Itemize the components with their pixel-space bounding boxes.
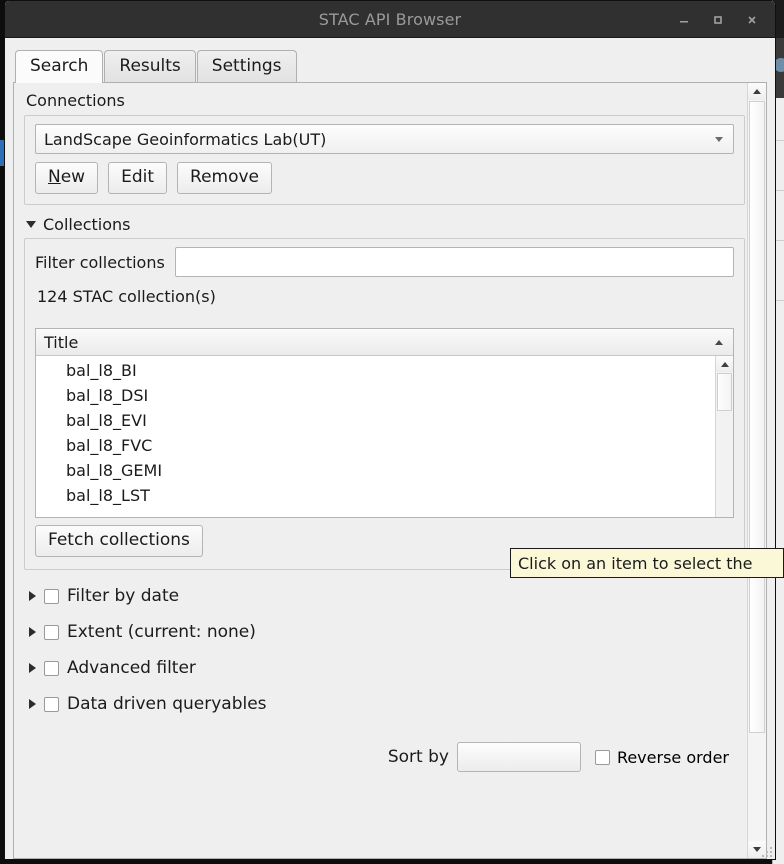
minimize-icon[interactable]: [667, 5, 701, 35]
option-filter-by-date[interactable]: Filter by date: [29, 580, 745, 612]
collections-list-scrollbar[interactable]: [715, 356, 733, 517]
collections-column-header-title[interactable]: Title: [36, 329, 733, 356]
option-advanced-filter[interactable]: Advanced filter: [29, 652, 745, 684]
scroll-up-icon[interactable]: [716, 356, 733, 372]
reverse-order-checkbox[interactable]: [594, 749, 610, 765]
connections-group-label: Connections: [26, 91, 125, 110]
sort-ascending-icon: [715, 340, 723, 345]
new-button-rest: ew: [60, 167, 86, 187]
data-driven-queryables-checkbox[interactable]: [44, 696, 59, 712]
search-panel-scrollbar[interactable]: [747, 83, 766, 858]
close-icon[interactable]: [735, 5, 769, 35]
triangle-right-icon[interactable]: [29, 663, 36, 673]
triangle-right-icon[interactable]: [29, 627, 36, 637]
collections-count-text: 124 STAC collection(s): [37, 287, 216, 306]
window-resize-grip[interactable]: [759, 844, 772, 857]
edit-connection-button[interactable]: Edit: [108, 162, 168, 194]
collections-list-items: bal_l8_BI bal_l8_DSI bal_l8_EVI bal_l8_F…: [36, 356, 715, 517]
window-body: Search Results Settings Connections Land…: [5, 38, 775, 859]
extent-checkbox[interactable]: [44, 624, 59, 640]
list-item[interactable]: bal_l8_EVI: [36, 408, 715, 433]
reverse-order-option[interactable]: Reverse order: [594, 747, 729, 767]
reverse-order-label: Reverse order: [616, 747, 729, 767]
filter-by-date-label: Filter by date: [67, 586, 180, 606]
collections-list-tooltip: Click on an item to select the: [510, 548, 784, 578]
list-item[interactable]: bal_l8_GEMI: [36, 458, 715, 483]
filter-by-date-checkbox[interactable]: [44, 588, 59, 604]
tab-results-label: Results: [119, 56, 181, 76]
column-header-title-label: Title: [44, 332, 79, 352]
triangle-down-icon: [26, 221, 36, 228]
search-tab-panel: Connections LandScape Geoinformatics Lab…: [13, 82, 767, 859]
window-controls: [667, 1, 769, 38]
sort-row: Sort by Reverse order: [24, 742, 729, 772]
sort-by-label: Sort by: [387, 747, 449, 767]
triangle-right-icon[interactable]: [29, 591, 36, 601]
connections-groupbox: LandScape Geoinformatics Lab(UT) New Edi…: [24, 115, 745, 205]
collections-groupbox: Filter collections 124 STAC collection(s…: [24, 238, 745, 570]
tab-settings[interactable]: Settings: [196, 50, 297, 82]
chevron-down-icon: [715, 136, 723, 142]
tab-results[interactable]: Results: [104, 50, 196, 82]
data-driven-queryables-label: Data driven queryables: [67, 694, 267, 714]
fetch-collections-button[interactable]: Fetch collections: [35, 525, 203, 557]
scroll-up-icon[interactable]: [748, 83, 766, 100]
scrollbar-thumb[interactable]: [717, 373, 732, 411]
triangle-right-icon[interactable]: [29, 699, 36, 709]
maximize-icon[interactable]: [701, 5, 735, 35]
search-form-scroll-area: Connections LandScape Geoinformatics Lab…: [14, 83, 747, 858]
collections-listview[interactable]: Title bal_l8_BI bal_l8_DSI bal_l8_EVI ba…: [35, 328, 734, 518]
window-title: STAC API Browser: [318, 9, 462, 29]
new-connection-button[interactable]: New: [35, 162, 99, 194]
connection-select-value: LandScape Geoinformatics Lab(UT): [44, 129, 327, 149]
filter-collections-input[interactable]: [174, 247, 734, 277]
tab-search-label: Search: [30, 56, 89, 76]
option-data-driven-queryables[interactable]: Data driven queryables: [29, 688, 745, 720]
tab-bar: Search Results Settings: [15, 48, 767, 83]
collections-section-toggle[interactable]: Collections: [26, 215, 745, 234]
list-item[interactable]: bal_l8_BI: [36, 358, 715, 383]
new-button-accel: N: [48, 167, 61, 187]
tab-search[interactable]: Search: [15, 50, 104, 83]
scrollbar-thumb[interactable]: [749, 101, 765, 733]
remove-connection-button[interactable]: Remove: [177, 162, 273, 194]
list-item[interactable]: bal_l8_LST: [36, 483, 715, 508]
filter-collections-label: Filter collections: [35, 252, 165, 272]
list-item[interactable]: bal_l8_FVC: [36, 433, 715, 458]
collections-list-body: bal_l8_BI bal_l8_DSI bal_l8_EVI bal_l8_F…: [36, 356, 733, 517]
stac-api-browser-window: STAC API Browser Search Results Settings: [4, 0, 776, 860]
extent-label: Extent (current: none): [67, 622, 256, 642]
connection-buttons: New Edit Remove: [35, 162, 734, 194]
option-extent[interactable]: Extent (current: none): [29, 616, 745, 648]
filter-collections-row: Filter collections: [35, 247, 734, 277]
advanced-filter-checkbox[interactable]: [44, 660, 59, 676]
list-item[interactable]: bal_l8_DSI: [36, 383, 715, 408]
connection-select[interactable]: LandScape Geoinformatics Lab(UT): [35, 124, 734, 154]
sort-by-select[interactable]: [456, 742, 581, 772]
window-titlebar[interactable]: STAC API Browser: [5, 1, 775, 38]
tab-settings-label: Settings: [211, 56, 282, 76]
collections-section-label: Collections: [43, 215, 131, 234]
advanced-filter-label: Advanced filter: [67, 658, 196, 678]
